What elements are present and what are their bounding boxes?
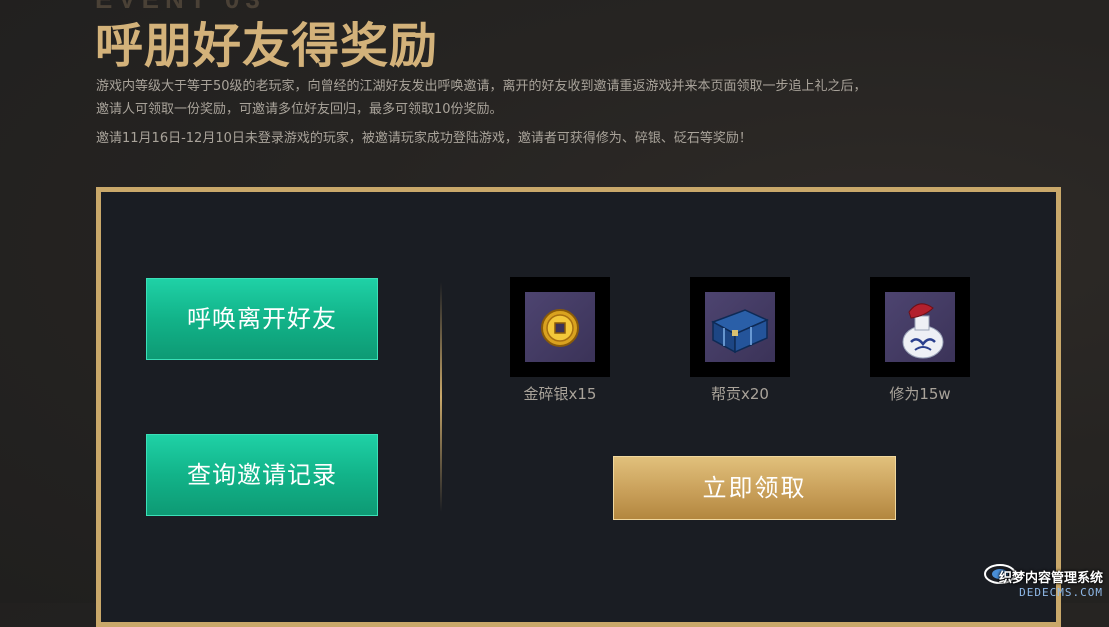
description-line-2: 邀请人可领取一份奖励，可邀请多位好友回归，最多可领取10份奖励。 [96,102,503,117]
description-rules: 游戏内等级大于等于50级的老玩家，向曾经的江湖好友发出呼唤邀请，离开的好友收到邀… [96,75,976,121]
reward-panel [96,187,1061,627]
chest-icon [711,309,769,354]
reward-item-cultivation [870,277,970,377]
vase-icon [902,303,944,359]
watermark-text: 织梦内容管理系统 [998,571,1103,586]
description-line-3: 邀请11月16日-12月10日未登录游戏的玩家，被邀请玩家成功登陆游戏，邀请者可… [96,131,752,146]
query-invite-records-button[interactable]: 查询邀请记录 [146,434,378,516]
reward-label-cultivation: 修为15w [889,385,951,403]
watermark: 织梦内容管理系统 DEDECMS.COM [999,567,1103,599]
summon-friends-button[interactable]: 呼唤离开好友 [146,278,378,360]
panel-divider [440,282,442,512]
watermark-url: DEDECMS.COM [1019,586,1103,599]
reward-item-gold [510,277,610,377]
description-line-1: 游戏内等级大于等于50级的老玩家，向曾经的江湖好友发出呼唤邀请，离开的好友收到邀… [96,79,867,94]
claim-now-button[interactable]: 立即领取 [613,456,896,520]
reward-item-contribution [690,277,790,377]
reward-label-contribution: 帮贡x20 [711,385,769,403]
page-title: 呼朋好友得奖励 [95,18,439,74]
reward-label-gold: 金碎银x15 [523,385,597,403]
gold-coin-icon [541,309,579,347]
